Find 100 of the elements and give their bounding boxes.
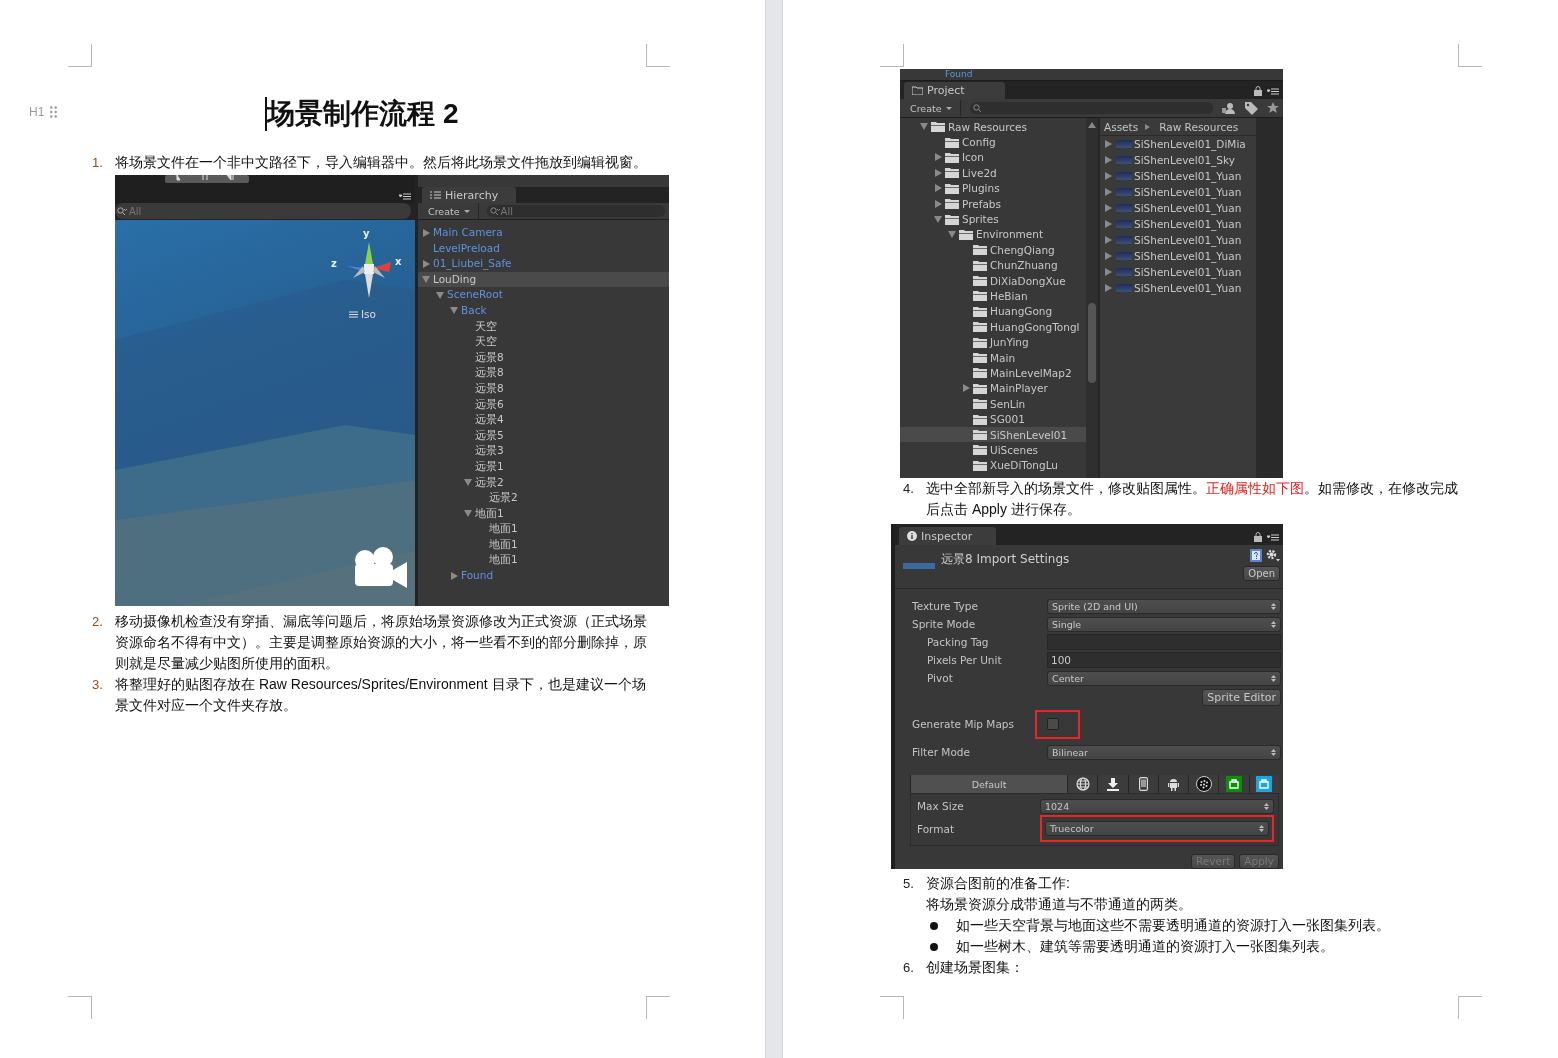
folder-item[interactable]: XueDiTongLu: [900, 457, 1086, 473]
scrollbar-thumb[interactable]: [1088, 303, 1096, 383]
dropdown[interactable]: Truecolor: [1045, 821, 1269, 836]
hierarchy-tab[interactable]: Hierarchy: [422, 187, 517, 203]
asset-item[interactable]: SiShenLevel01_Yuan: [1100, 248, 1256, 264]
open-button[interactable]: Open: [1243, 566, 1280, 582]
hierarchy-item[interactable]: Found: [945, 69, 973, 79]
asset-item[interactable]: SiShenLevel01_Sky: [1100, 152, 1256, 168]
search-field[interactable]: [969, 102, 1213, 114]
panel-menu-icon[interactable]: [1267, 87, 1279, 95]
folder-item[interactable]: ChengQiang: [900, 242, 1086, 258]
hierarchy-item[interactable]: 远景8: [418, 380, 669, 397]
folder-item[interactable]: UiScenes: [900, 442, 1086, 458]
folder-item[interactable]: Plugins: [900, 180, 1086, 196]
expanded-arrow-icon[interactable]: [464, 478, 472, 486]
project-tab[interactable]: Project: [904, 82, 1005, 99]
inspector-tab[interactable]: Inspector: [899, 527, 997, 546]
platform-tab[interactable]: [1097, 775, 1128, 793]
checkbox[interactable]: [1047, 718, 1059, 731]
asset-item[interactable]: SiShenLevel01_Yuan: [1100, 200, 1256, 216]
dropdown[interactable]: Center: [1047, 670, 1281, 686]
panel-menu-icon[interactable]: [1267, 533, 1279, 541]
asset-item[interactable]: SiShenLevel01_Yuan: [1100, 216, 1256, 232]
folder-item[interactable]: MainPlayer: [900, 380, 1086, 397]
folder-item[interactable]: HuangGong: [900, 303, 1086, 320]
folder-item[interactable]: Config: [900, 134, 1086, 150]
hierarchy-item[interactable]: 远景4: [418, 412, 669, 428]
drag-handle-icon[interactable]: [50, 106, 58, 118]
hierarchy-item[interactable]: Main Camera: [418, 225, 669, 241]
folder-item[interactable]: Raw Resources: [900, 119, 1086, 135]
asset-item[interactable]: SiShenLevel01_DiMia: [1100, 136, 1256, 152]
asset-item[interactable]: SiShenLevel01_Yuan: [1100, 264, 1256, 280]
asset-item[interactable]: SiShenLevel01_Yuan: [1100, 280, 1256, 296]
expanded-arrow-icon[interactable]: [464, 510, 472, 517]
hierarchy-item[interactable]: 远景1: [418, 458, 669, 475]
panel-menu-icon[interactable]: [399, 193, 411, 200]
platform-tab[interactable]: [1218, 775, 1249, 793]
folder-item[interactable]: SenLin: [900, 396, 1086, 412]
hierarchy-item[interactable]: 远景2: [418, 474, 669, 491]
folder-item[interactable]: JunYing: [900, 334, 1086, 350]
hierarchy-item[interactable]: 地面1: [418, 521, 669, 537]
input-field[interactable]: 100: [1047, 652, 1281, 669]
settings-icon[interactable]: [1266, 549, 1280, 563]
folder-item[interactable]: MainLevelMap2: [900, 365, 1086, 381]
hierarchy-item[interactable]: 远景3: [418, 443, 669, 459]
folder-item[interactable]: Sprites: [900, 211, 1086, 227]
folder-item[interactable]: HeBian: [900, 288, 1086, 304]
platform-tab[interactable]: Default: [910, 775, 1068, 793]
sprite-editor-button[interactable]: Sprite Editor: [1202, 688, 1281, 706]
hierarchy-item[interactable]: 地面1: [418, 505, 669, 522]
hierarchy-item[interactable]: Back: [418, 302, 669, 319]
hierarchy-item[interactable]: 远景8: [418, 365, 669, 381]
folder-item[interactable]: SG001: [900, 411, 1086, 427]
hierarchy-item[interactable]: LouDing: [418, 271, 669, 288]
platform-tab[interactable]: [1157, 775, 1189, 793]
platform-tab[interactable]: [1067, 775, 1098, 793]
dropdown[interactable]: 1024: [1040, 798, 1274, 814]
expanded-arrow-icon[interactable]: [422, 276, 430, 284]
folder-item[interactable]: Environment: [900, 226, 1086, 243]
hierarchy-item[interactable]: Found: [418, 568, 669, 584]
hierarchy-item[interactable]: LevelPreload: [418, 240, 669, 257]
folder-item[interactable]: DiXiaDongXue: [900, 272, 1086, 289]
hierarchy-item[interactable]: 地面1: [418, 536, 669, 553]
filter-by-type-icon[interactable]: [1222, 102, 1236, 114]
asset-item[interactable]: SiShenLevel01_Yuan: [1100, 168, 1256, 184]
hierarchy-item[interactable]: 远景2: [418, 490, 669, 506]
help-book-icon[interactable]: [1250, 549, 1262, 563]
platform-tab[interactable]: [1188, 775, 1219, 793]
expanded-arrow-icon[interactable]: [450, 307, 458, 315]
folder-item[interactable]: SiShenLevel01: [900, 426, 1086, 443]
collapsed-arrow-icon[interactable]: [451, 571, 458, 580]
hierarchy-item[interactable]: 地面1: [418, 552, 669, 569]
dropdown[interactable]: Sprite (2D and UI): [1047, 598, 1281, 614]
hierarchy-item[interactable]: 远景6: [418, 396, 669, 413]
folder-item[interactable]: Prefabs: [900, 195, 1086, 212]
platform-tab[interactable]: [1127, 775, 1158, 793]
create-dropdown[interactable]: Create: [422, 203, 479, 219]
collapsed-arrow-icon[interactable]: [423, 228, 430, 237]
dropdown[interactable]: Bilinear: [1047, 744, 1281, 760]
tag-icon[interactable]: [1245, 101, 1258, 115]
folder-item[interactable]: HuangGongTongl: [900, 319, 1086, 335]
hierarchy-item[interactable]: 远景5: [418, 427, 669, 444]
folder-item[interactable]: Icon: [900, 149, 1086, 166]
hierarchy-item[interactable]: 天空: [418, 334, 669, 350]
platform-tab[interactable]: [1248, 775, 1279, 793]
lock-icon[interactable]: [1254, 532, 1262, 543]
create-dropdown[interactable]: Create: [904, 100, 961, 116]
expanded-arrow-icon[interactable]: [436, 291, 444, 299]
folder-item[interactable]: ChunZhuang: [900, 257, 1086, 273]
projection-label[interactable]: Iso: [361, 308, 376, 320]
breadcrumb-link[interactable]: Raw Resources: [1159, 120, 1239, 133]
hierarchy-item[interactable]: 远景8: [418, 349, 669, 366]
dropdown[interactable]: Single: [1047, 616, 1281, 632]
lock-icon[interactable]: [1254, 86, 1262, 96]
breadcrumb-link[interactable]: Assets: [1104, 120, 1139, 133]
asset-item[interactable]: SiShenLevel01_Yuan: [1100, 184, 1256, 200]
scene-view[interactable]: y z x Iso: [115, 220, 415, 606]
star-icon[interactable]: [1267, 102, 1279, 114]
hierarchy-item[interactable]: SceneRoot: [418, 287, 669, 303]
folder-item[interactable]: Main: [900, 349, 1086, 366]
